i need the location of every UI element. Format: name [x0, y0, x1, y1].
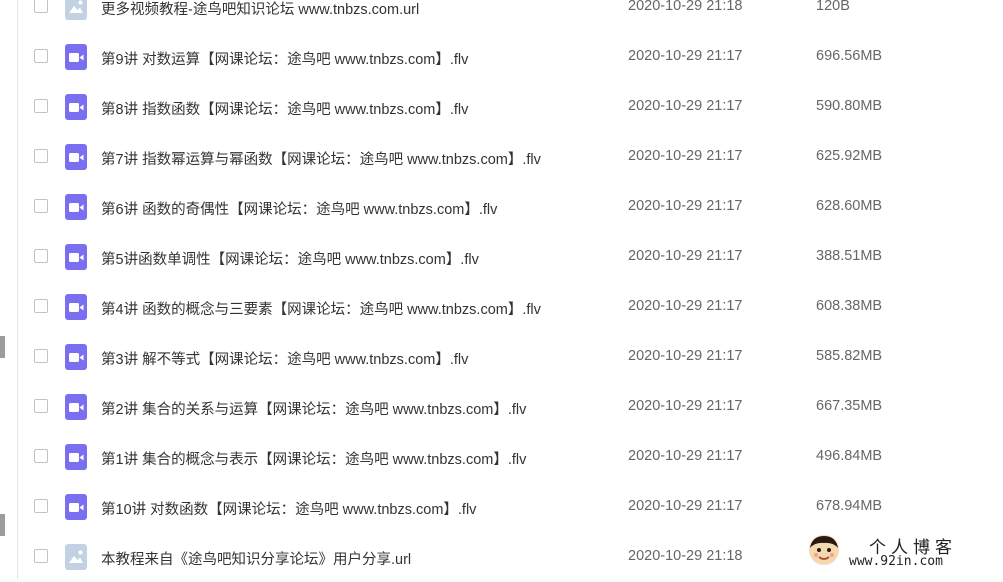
camera-glyph [69, 53, 84, 62]
video-file-icon [65, 444, 87, 470]
file-name[interactable]: 第4讲 函数的概念与三要素【网课论坛：途鸟吧 www.tnbzs.com】.fl… [101, 298, 541, 319]
file-name[interactable]: 第2讲 集合的关系与运算【网课论坛：途鸟吧 www.tnbzs.com】.flv [101, 398, 526, 419]
file-row[interactable]: 第4讲 函数的概念与三要素【网课论坛：途鸟吧 www.tnbzs.com】.fl… [18, 282, 1003, 332]
file-name[interactable]: 第6讲 函数的奇偶性【网课论坛：途鸟吧 www.tnbzs.com】.flv [101, 198, 497, 219]
camera-glyph [69, 303, 84, 312]
file-modified-date: 2020-10-29 21:17 [628, 148, 743, 164]
row-checkbox[interactable] [34, 249, 48, 263]
file-size: 628.60MB [816, 198, 883, 214]
camera-glyph [69, 203, 84, 212]
file-name[interactable]: 第5讲函数单调性【网课论坛：途鸟吧 www.tnbzs.com】.flv [101, 248, 479, 269]
file-row[interactable]: 第10讲 对数函数【网课论坛：途鸟吧 www.tnbzs.com】.flv 202… [18, 482, 1003, 532]
url-file-icon [65, 0, 87, 20]
video-file-icon [65, 244, 87, 270]
file-modified-date: 2020-10-29 21:17 [628, 248, 743, 264]
file-size: 667.35MB [816, 398, 883, 414]
video-file-icon [65, 344, 87, 370]
avatar-icon [809, 535, 839, 565]
camera-glyph [69, 103, 84, 112]
file-name[interactable]: 第3讲 解不等式【网课论坛：途鸟吧 www.tnbzs.com】.flv [101, 348, 468, 369]
row-checkbox[interactable] [34, 349, 48, 363]
row-checkbox[interactable] [34, 199, 48, 213]
file-list: 更多视频教程-途鸟吧知识论坛 www.tnbzs.com.url 2020-10-… [18, 0, 1003, 582]
video-file-icon [65, 494, 87, 520]
file-row[interactable]: 第5讲函数单调性【网课论坛：途鸟吧 www.tnbzs.com】.flv 2020… [18, 232, 1003, 282]
camera-glyph [69, 453, 84, 462]
row-checkbox[interactable] [34, 0, 48, 13]
video-file-icon [65, 394, 87, 420]
file-size: 496.84MB [816, 448, 883, 464]
file-modified-date: 2020-10-29 21:17 [628, 498, 743, 514]
file-name[interactable]: 本教程来自《途鸟吧知识分享论坛》用户分享.url [101, 548, 411, 569]
file-size: 608.38MB [816, 298, 883, 314]
row-checkbox[interactable] [34, 399, 48, 413]
file-modified-date: 2020-10-29 21:17 [628, 98, 743, 114]
file-name[interactable]: 第9讲 对数运算【网课论坛：途鸟吧 www.tnbzs.com】.flv [101, 48, 468, 69]
row-checkbox[interactable] [34, 99, 48, 113]
file-row[interactable]: 第2讲 集合的关系与运算【网课论坛：途鸟吧 www.tnbzs.com】.flv… [18, 382, 1003, 432]
file-row[interactable]: 第9讲 对数运算【网课论坛：途鸟吧 www.tnbzs.com】.flv 2020… [18, 32, 1003, 82]
file-modified-date: 2020-10-29 21:17 [628, 348, 743, 364]
url-file-icon [65, 544, 87, 570]
camera-glyph [69, 403, 84, 412]
camera-glyph [69, 153, 84, 162]
row-checkbox[interactable] [34, 49, 48, 63]
row-checkbox[interactable] [34, 449, 48, 463]
video-file-icon [65, 144, 87, 170]
left-panel-edge [0, 0, 18, 579]
video-file-icon [65, 194, 87, 220]
file-size: 625.92MB [816, 148, 883, 164]
link-glyph [69, 550, 83, 563]
scroll-marker [0, 514, 5, 536]
row-checkbox[interactable] [34, 549, 48, 563]
file-name[interactable]: 第8讲 指数函数【网课论坛：途鸟吧 www.tnbzs.com】.flv [101, 98, 468, 119]
file-name[interactable]: 第1讲 集合的概念与表示【网课论坛：途鸟吧 www.tnbzs.com】.flv [101, 448, 526, 469]
row-checkbox[interactable] [34, 149, 48, 163]
file-row[interactable]: 第3讲 解不等式【网课论坛：途鸟吧 www.tnbzs.com】.flv 2020… [18, 332, 1003, 382]
camera-glyph [69, 353, 84, 362]
video-file-icon [65, 94, 87, 120]
file-modified-date: 2020-10-29 21:17 [628, 448, 743, 464]
file-size: 590.80MB [816, 98, 883, 114]
file-modified-date: 2020-10-29 21:18 [628, 0, 743, 14]
file-row[interactable]: 第7讲 指数幂运算与幂函数【网课论坛：途鸟吧 www.tnbzs.com】.fl… [18, 132, 1003, 182]
file-row[interactable]: 更多视频教程-途鸟吧知识论坛 www.tnbzs.com.url 2020-10-… [18, 0, 1003, 32]
video-file-icon [65, 294, 87, 320]
scroll-marker [0, 336, 5, 358]
file-modified-date: 2020-10-29 21:17 [628, 48, 743, 64]
file-name[interactable]: 第10讲 对数函数【网课论坛：途鸟吧 www.tnbzs.com】.flv [101, 498, 476, 519]
file-modified-date: 2020-10-29 21:17 [628, 398, 743, 414]
file-row[interactable]: 第6讲 函数的奇偶性【网课论坛：途鸟吧 www.tnbzs.com】.flv 20… [18, 182, 1003, 232]
file-modified-date: 2020-10-29 21:17 [628, 198, 743, 214]
row-checkbox[interactable] [34, 299, 48, 313]
camera-glyph [69, 503, 84, 512]
file-row[interactable]: 第8讲 指数函数【网课论坛：途鸟吧 www.tnbzs.com】.flv 2020… [18, 82, 1003, 132]
video-file-icon [65, 44, 87, 70]
camera-glyph [69, 253, 84, 262]
file-modified-date: 2020-10-29 21:17 [628, 298, 743, 314]
link-glyph [69, 0, 83, 13]
watermark-url: www.92in.com [849, 554, 943, 569]
file-name[interactable]: 第7讲 指数幂运算与幂函数【网课论坛：途鸟吧 www.tnbzs.com】.fl… [101, 148, 541, 169]
file-size: 678.94MB [816, 498, 883, 514]
file-size: 388.51MB [816, 248, 883, 264]
file-size: 120B [816, 0, 850, 14]
file-size: 696.56MB [816, 48, 883, 64]
blog-watermark: 个人博客 www.92in.com [807, 533, 989, 573]
file-modified-date: 2020-10-29 21:18 [628, 548, 743, 564]
row-checkbox[interactable] [34, 499, 48, 513]
file-size: 585.82MB [816, 348, 883, 364]
file-name[interactable]: 更多视频教程-途鸟吧知识论坛 www.tnbzs.com.url [101, 0, 419, 19]
file-row[interactable]: 第1讲 集合的概念与表示【网课论坛：途鸟吧 www.tnbzs.com】.flv… [18, 432, 1003, 482]
